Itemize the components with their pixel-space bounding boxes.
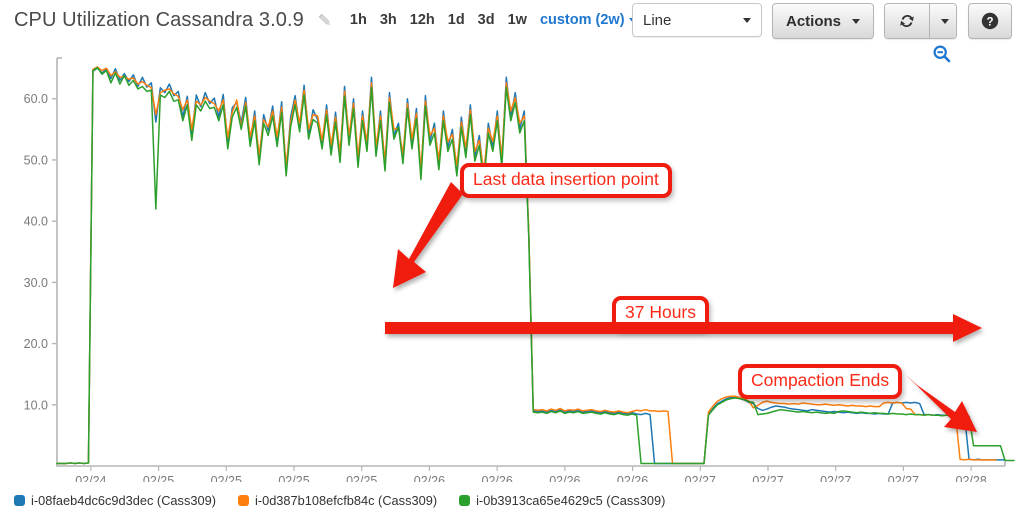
svg-text:50.0: 50.0 [24,153,48,167]
svg-text:30.0: 30.0 [24,276,48,290]
range-1w[interactable]: 1w [508,12,527,28]
annotation-37-hours: 37 Hours [612,296,710,331]
pencil-icon[interactable] [316,11,334,29]
svg-text:02/25: 02/25 [346,474,377,482]
range-3h[interactable]: 3h [380,12,397,28]
actions-label: Actions [785,12,841,30]
page-title: CPU Utilization Cassandra 3.0.9 [14,8,304,31]
range-custom-label: custom (2w) [539,12,625,28]
legend-color-swatch [237,494,249,506]
refresh-button[interactable] [885,4,929,38]
svg-text:?: ? [986,16,993,28]
svg-text:02/25: 02/25 [211,474,242,482]
range-custom[interactable]: custom (2w) [540,12,637,28]
svg-text:02/27: 02/27 [888,474,919,482]
chevron-down-icon [852,18,860,24]
svg-text:02/26: 02/26 [482,474,513,482]
svg-text:10.0: 10.0 [24,398,48,412]
legend-item[interactable]: i-0b3913ca65e4629c5 (Cass309) [459,493,665,508]
help-button[interactable]: ? [968,3,1012,39]
refresh-icon [900,15,914,27]
legend-color-swatch [14,494,25,506]
svg-text:02/24: 02/24 [75,474,106,482]
legend-item[interactable]: i-0d387b108efcfb84c (Cass309) [237,492,438,508]
chart-type-select[interactable]: Line [632,3,762,37]
chart-type-value: Line [643,11,672,29]
svg-text:02/27: 02/27 [820,474,851,482]
legend-item-label: i-08faeb4dc6c9d3dec (Cass309) [31,492,216,508]
range-12h[interactable]: 12h [410,12,435,28]
svg-text:20.0: 20.0 [24,337,48,351]
svg-text:02/25: 02/25 [278,474,309,482]
metric-line-chart[interactable]: 10.0 20.0 30.0 40.0 50.0 60.0 02/24 02/25 02/25 0… [0,52,1024,482]
svg-text:02/27: 02/27 [685,474,716,482]
range-3d[interactable]: 3d [478,12,495,28]
svg-text:02/26: 02/26 [549,474,580,482]
range-1h[interactable]: 1h [350,12,367,28]
refresh-button-group [884,3,957,39]
legend-color-swatch [459,494,471,506]
cloudwatch-metric-widget: CPU Utilization Cassandra 3.0.9 1h 3h 12… [0,0,1024,516]
annotation-compaction-ends: Compaction Ends [738,364,903,399]
legend-item-label: i-0b3913ca65e4629c5 (Cass309) [476,492,666,508]
svg-text:02/27: 02/27 [752,474,783,482]
chart-legend: i-08faeb4dc6c9d3dec (Cass309) i-0d387b10… [0,487,1024,513]
legend-item-label: i-0d387b108efcfb84c (Cass309) [254,492,438,508]
svg-text:02/25: 02/25 [143,474,174,482]
question-mark-icon: ? [981,12,999,30]
svg-text:40.0: 40.0 [24,215,48,229]
legend-item[interactable]: i-08faeb4dc6c9d3dec (Cass309) [14,493,216,508]
time-range-selector: 1h 3h 12h 1d 3d 1w custom (2w) [350,12,637,28]
annotation-last-data-insertion-point: Last data insertion point [460,163,672,198]
svg-text:02/26: 02/26 [617,474,648,482]
svg-text:60.0: 60.0 [24,92,48,106]
svg-text:02/28: 02/28 [956,474,987,482]
chevron-down-icon [743,17,751,23]
range-1d[interactable]: 1d [448,12,465,28]
chart-plot-area[interactable]: 10.0 20.0 30.0 40.0 50.0 60.0 02/24 02/25 02/25 0… [0,52,1024,482]
svg-text:02/26: 02/26 [414,474,445,482]
chevron-down-icon [941,18,949,24]
refresh-options-button[interactable] [929,4,956,38]
actions-button[interactable]: Actions [772,3,874,39]
